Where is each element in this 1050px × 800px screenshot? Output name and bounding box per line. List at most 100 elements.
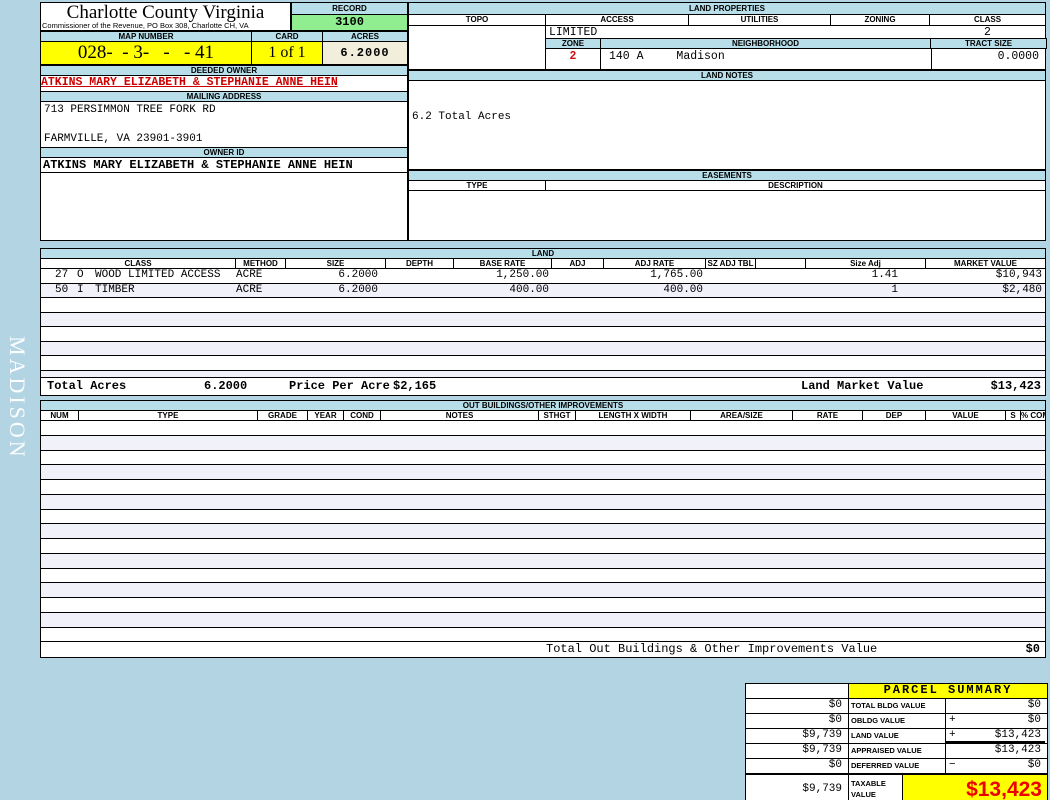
land-h-adj: ADJ [552, 259, 604, 268]
out-buildings-total-row: Total Out Buildings & Other Improvements… [40, 641, 1046, 658]
land-market-value-label: Land Market Value [801, 379, 924, 393]
card-value: 1 of 1 [251, 41, 323, 65]
empty-row [41, 421, 1045, 436]
land-market-value: $2,480 [1002, 283, 1042, 296]
county-title: Charlotte County Virginia [66, 2, 265, 23]
land-h-depth: DEPTH [386, 259, 454, 268]
ob-h-num: NUM [41, 411, 79, 420]
land-class-name: TIMBER [95, 283, 135, 296]
owner-id-value: ATKINS MARY ELIZABETH & STEPHANIE ANNE H… [40, 157, 408, 173]
land-size-adj: 1 [891, 283, 898, 296]
record-value: 3100 [291, 14, 408, 31]
summary-row: $0 DEFERRED VALUE − $0 [746, 758, 1047, 773]
summary-label: TOTAL BLDG VALUE [849, 699, 946, 713]
empty-row [41, 450, 1045, 466]
neighborhood-name: Madison [676, 50, 725, 63]
parcel-summary-title: PARCEL SUMMARY [849, 684, 1047, 698]
summary-op: + [949, 714, 956, 726]
land-market-value: $10,943 [995, 269, 1042, 281]
neighborhood-label: NEIGHBORHOOD [601, 39, 931, 48]
access-label: ACCESS [546, 15, 689, 25]
empty-row [41, 583, 1045, 598]
class-label: CLASS [973, 15, 1002, 24]
land-class-code: 27 [55, 269, 69, 281]
land-base-rate: 400.00 [509, 283, 549, 296]
parcel-summary: PARCEL SUMMARY $0 TOTAL BLDG VALUE $0 $0… [745, 683, 1048, 800]
empty-row [41, 298, 1045, 313]
ob-h-year: YEAR [308, 411, 344, 420]
land-h-size: SIZE [286, 259, 386, 268]
total-acres-label: Total Acres [47, 379, 127, 393]
land-h-blank [756, 259, 806, 268]
ob-h-notes: NOTES [381, 411, 539, 420]
summary-left-value: $0 [746, 699, 849, 713]
ob-h-value: VALUE [926, 411, 1006, 420]
ob-h-pct-comp: % COMP [1021, 411, 1045, 420]
easement-type-label: TYPE [409, 181, 546, 190]
land-class-code: 50 [55, 283, 69, 296]
summary-value: $13,423 [994, 744, 1041, 756]
address-line2: FARMVILLE, VA 23901-3901 [44, 133, 203, 145]
empty-row [41, 480, 1045, 495]
out-buildings-total-label: Total Out Buildings & Other Improvements… [546, 642, 878, 656]
summary-left-value: $9,739 [746, 744, 849, 758]
land-h-method: METHOD [236, 259, 286, 268]
ob-h-dep: DEP [863, 411, 926, 420]
summary-value: $0 [1027, 699, 1041, 711]
empty-row [41, 341, 1045, 356]
ob-h-grade: GRADE [258, 411, 308, 420]
land-adj-rate: 1,765.00 [650, 269, 703, 281]
summary-row: $0 OBLDG VALUE + $0 [746, 713, 1047, 728]
zone-value: 2 [545, 49, 601, 70]
ob-h-sthgt: STHGT [539, 411, 576, 420]
commissioner-line: Commissioner of the Revenue, PO Box 308,… [42, 21, 249, 30]
empty-row [41, 539, 1045, 554]
land-size-adj: 1.41 [871, 269, 898, 281]
summary-left-value: $9,739 [746, 729, 849, 743]
land-size: 6.2000 [338, 283, 378, 296]
taxable-value: $13,423 [903, 775, 1047, 800]
ob-h-length-width: LENGTH X WIDTH [576, 411, 691, 420]
summary-label: OBLDG VALUE [849, 714, 946, 728]
zoning-label: ZONING [831, 15, 930, 25]
land-h-adj-rate: ADJ RATE [604, 259, 706, 268]
summary-value: $0 [1027, 759, 1041, 771]
summary-value: $0 [1027, 714, 1041, 726]
taxable-value-row: $9,739 TAXABLE VALUE $13,423 [746, 773, 1047, 800]
owner-notes-empty-box [40, 172, 408, 241]
empty-row [41, 494, 1045, 510]
land-h-sz-adj-tbl: SZ ADJ TBL [706, 259, 756, 268]
land-adj-rate: 400.00 [663, 283, 703, 296]
summary-label: LAND VALUE [849, 729, 946, 743]
summary-value: $13,423 [994, 729, 1041, 741]
topo-label: TOPO [409, 15, 546, 25]
summary-label: APPRAISED VALUE [849, 744, 946, 758]
utilities-label: UTILITIES [689, 15, 831, 25]
summary-label: DEFERRED VALUE [849, 759, 946, 773]
ob-h-s: S [1006, 411, 1021, 420]
land-h-base-rate: BASE RATE [454, 259, 552, 268]
empty-row [41, 509, 1045, 525]
tract-size-label: TRACT SIZE [931, 39, 1046, 48]
total-acres-value: 6.2000 [204, 379, 248, 393]
land-class-sub: O [77, 269, 84, 281]
summary-blank-cell [746, 684, 849, 698]
ob-h-cond: COND [344, 411, 381, 420]
summary-op: + [949, 729, 956, 741]
deeded-owner-value: ATKINS MARY ELIZABETH & STEPHANIE ANNE H… [40, 75, 408, 92]
easements-empty-box [408, 190, 1046, 241]
land-note: 6.2 Total Acres [412, 111, 512, 123]
taxable-left-value: $9,739 [746, 775, 849, 800]
land-h-market-value: MARKET VALUE [954, 259, 1017, 268]
summary-left-value: $0 [746, 714, 849, 728]
map-number-value: 028- - 3- - - 41 [40, 41, 252, 65]
empty-row [41, 327, 1045, 342]
parcel-record-page: MADISON Charlotte County Virginia Commis… [0, 0, 1050, 800]
price-per-acre-value: $2,165 [393, 379, 437, 393]
empty-row [41, 598, 1045, 613]
zone-label: ZONE [546, 39, 601, 48]
land-notes-box: 6.2 Total Acres [408, 80, 1046, 170]
land-class-name: WOOD LIMITED ACCESS [95, 269, 221, 281]
land-row: 27 O WOOD LIMITED ACCESS ACRE 6.2000 1,250… [41, 269, 1045, 284]
empty-row [41, 465, 1045, 480]
